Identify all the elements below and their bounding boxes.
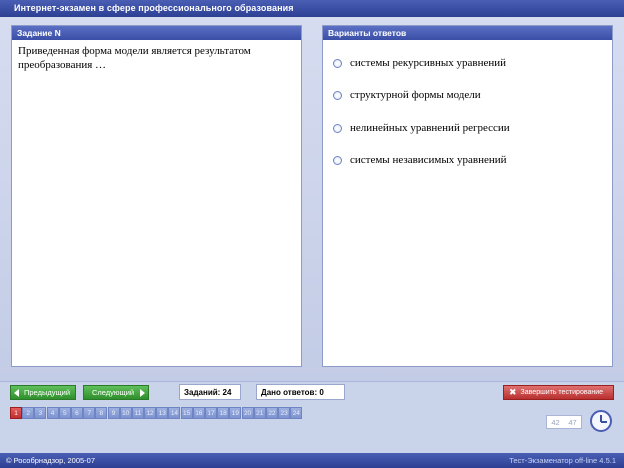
page-button[interactable]: 10 [119, 407, 132, 419]
page-button[interactable]: 18 [217, 407, 230, 419]
page-button[interactable]: 2 [22, 407, 35, 419]
version-text: Тест-Экзаменатор off-line 4.5.1 [509, 456, 616, 465]
page-button[interactable]: 23 [278, 407, 291, 419]
page-button[interactable]: 20 [241, 407, 254, 419]
answers-header: Варианты ответов [323, 26, 612, 40]
answer-label[interactable]: системы независимых уравнений [350, 154, 507, 166]
question-header: Задание N [12, 26, 301, 40]
question-panel: Задание N Приведенная форма модели являе… [11, 25, 302, 367]
radio-button[interactable] [333, 123, 342, 133]
answer-option-2[interactable]: структурной формы модели [333, 88, 481, 102]
page-button[interactable]: 1 [10, 407, 22, 419]
answered-count: Дано ответов: 0 [256, 384, 345, 400]
page-button[interactable]: 5 [58, 407, 71, 419]
question-text: Приведенная форма модели является резуль… [18, 45, 251, 71]
question-pager: 1 2 3 4 5 6 7 8 9 10 11 12 13 14 15 16 17 18 19 20 21 22 23 24 [10, 407, 303, 419]
page-button[interactable]: 16 [192, 407, 205, 419]
timer-seconds: 47 [568, 417, 577, 427]
page-button[interactable]: 11 [131, 407, 144, 419]
page-button[interactable]: 9 [107, 407, 120, 419]
clock-icon [590, 410, 612, 432]
window-title: Интернет-экзамен в сфере профессионально… [0, 0, 624, 17]
page-button[interactable]: 24 [290, 407, 303, 419]
radio-button[interactable] [333, 58, 342, 68]
radio-button[interactable] [333, 155, 342, 165]
answer-option-1[interactable]: системы рекурсивных уравнений [333, 56, 506, 70]
next-label: Следующий [92, 388, 135, 397]
timer-minutes: 42 [551, 417, 560, 427]
finish-label: Завершить тестирование [520, 389, 604, 396]
timer-display: 42 47 [546, 415, 582, 429]
answer-label[interactable]: нелинейных уравнений регрессии [350, 122, 510, 134]
page-button[interactable]: 13 [156, 407, 169, 419]
next-button[interactable]: Следующий [83, 385, 149, 400]
answer-option-4[interactable]: системы независимых уравнений [333, 153, 507, 167]
arrow-right-icon [140, 388, 146, 397]
page-button[interactable]: 19 [229, 407, 242, 419]
answer-label[interactable]: структурной формы модели [350, 89, 481, 101]
page-button[interactable]: 6 [70, 407, 83, 419]
page-button[interactable]: 14 [168, 407, 181, 419]
answer-label[interactable]: системы рекурсивных уравнений [350, 57, 506, 69]
previous-button[interactable]: Предыдущий [10, 385, 76, 400]
page-button[interactable]: 12 [144, 407, 157, 419]
finish-test-button[interactable]: ✖ Завершить тестирование [503, 385, 614, 400]
answer-option-3[interactable]: нелинейных уравнений регрессии [333, 121, 510, 135]
page-button[interactable]: 22 [265, 407, 278, 419]
arrow-left-icon [14, 388, 19, 397]
page-button[interactable]: 8 [95, 407, 108, 419]
previous-label: Предыдущий [24, 388, 71, 397]
copyright-text: © Рособрнадзор, 2005-07 [6, 456, 96, 465]
page-button[interactable]: 15 [180, 407, 193, 419]
page-button[interactable]: 4 [46, 407, 59, 419]
page-button[interactable]: 17 [205, 407, 217, 419]
page-button[interactable]: 7 [83, 407, 96, 419]
radio-button[interactable] [333, 90, 342, 100]
answers-panel: Варианты ответов системы рекурсивных ура… [322, 25, 613, 367]
page-button[interactable]: 3 [34, 407, 47, 419]
tasks-count: Заданий: 24 [179, 384, 241, 400]
status-bar: © Рособрнадзор, 2005-07 Тест-Экзаменатор… [0, 453, 624, 468]
running-man-icon: ✖ [509, 387, 517, 397]
page-button[interactable]: 21 [253, 407, 266, 419]
